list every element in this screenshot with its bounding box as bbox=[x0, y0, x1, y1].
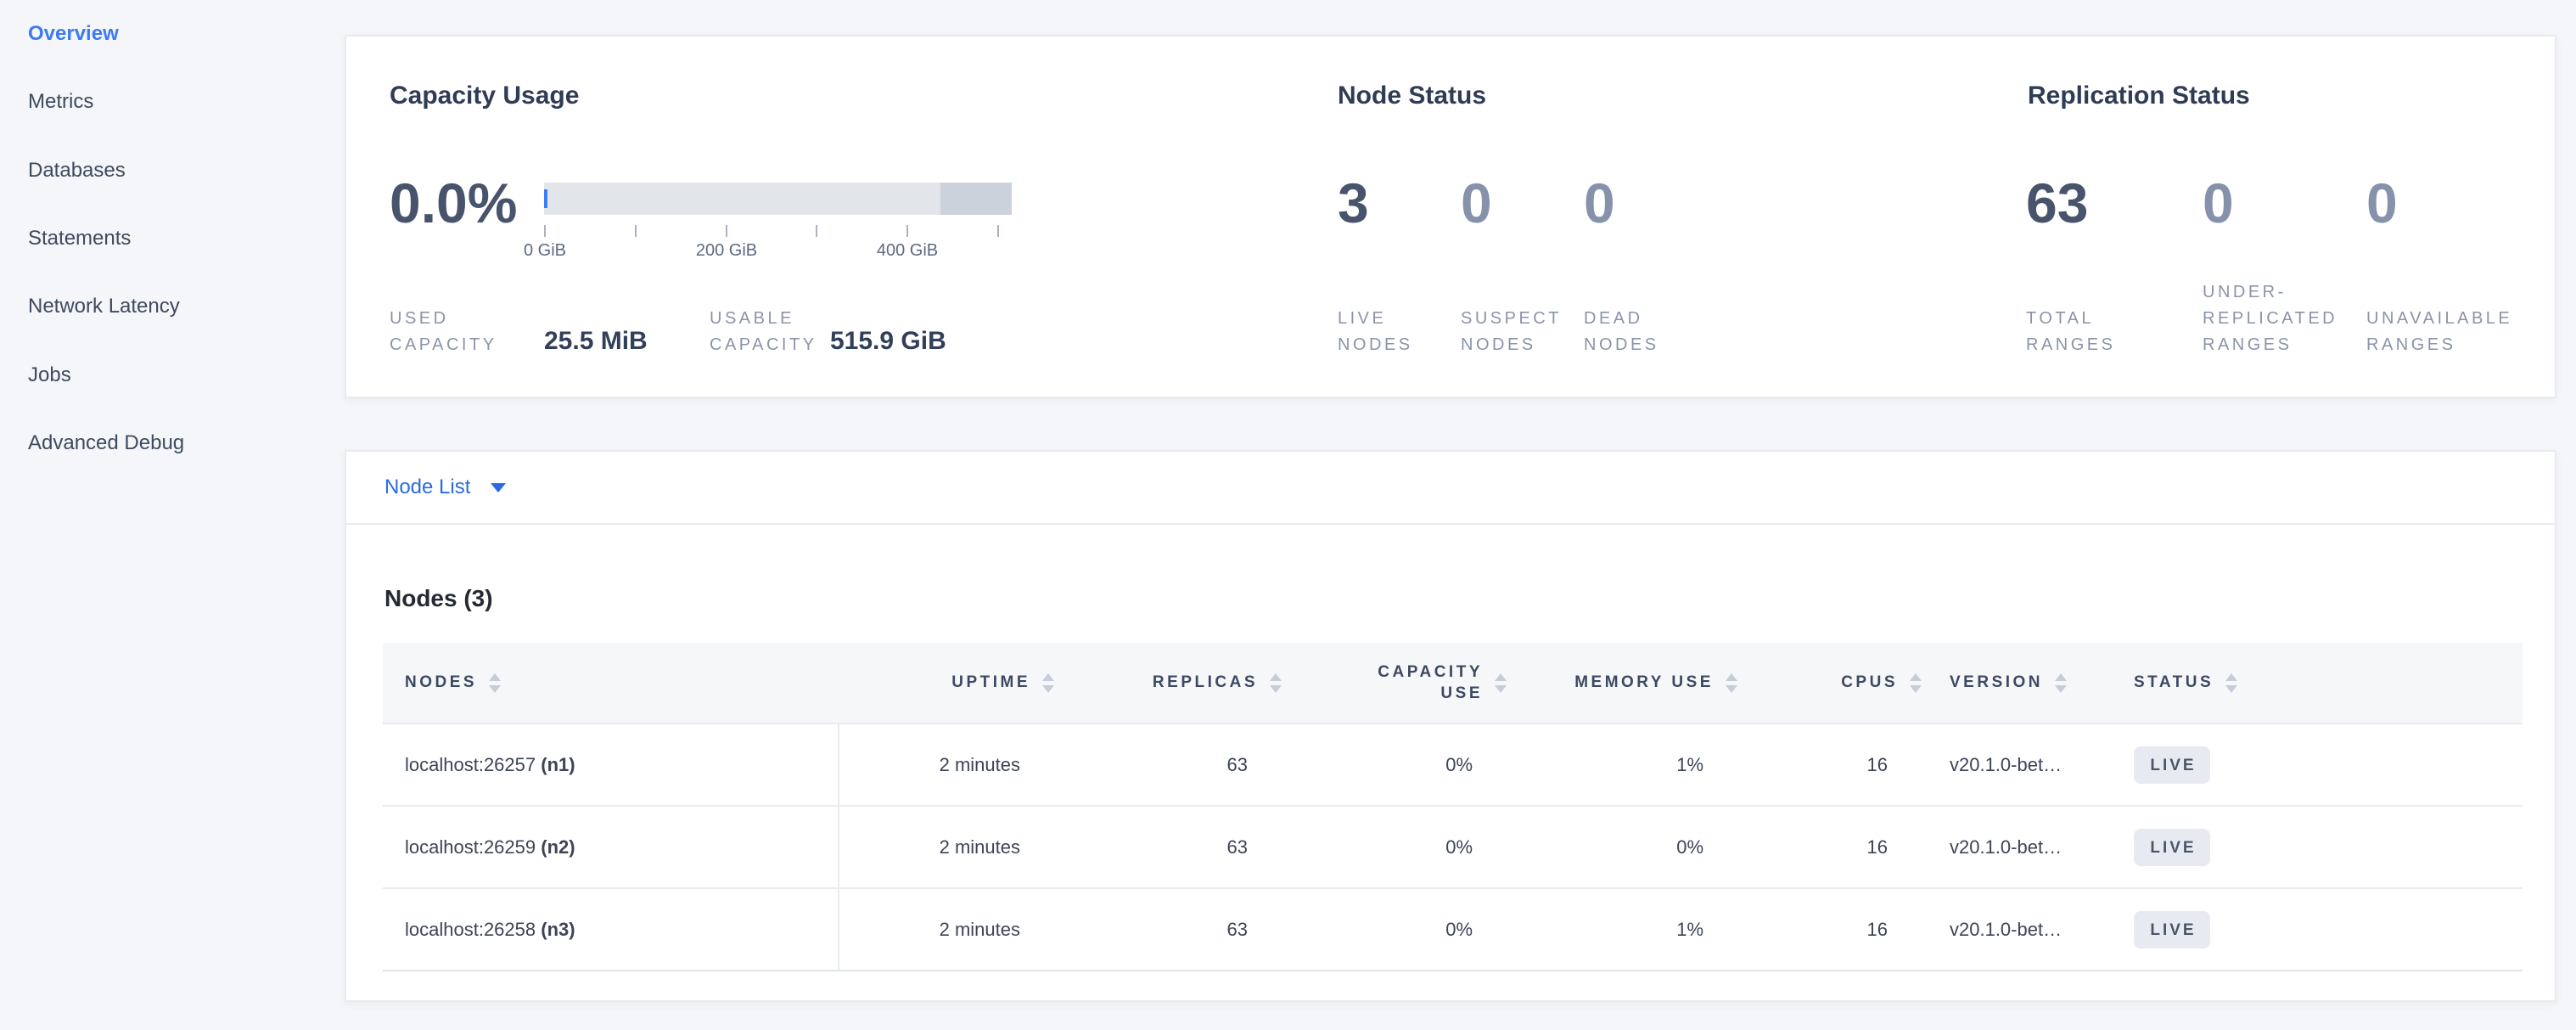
capacity-gauge bbox=[544, 183, 1012, 215]
suspect-nodes-label: SUSPECT NODES bbox=[1461, 306, 1562, 358]
gauge-tick bbox=[726, 225, 727, 237]
sidebar-item-metrics[interactable]: Metrics bbox=[28, 68, 334, 136]
capacity-gauge-reserved-segment bbox=[940, 183, 1012, 215]
sort-icon bbox=[1042, 673, 1054, 693]
live-nodes-label: LIVE NODES bbox=[1338, 306, 1413, 358]
capacity-usage-title: Capacity Usage bbox=[390, 81, 579, 111]
table-row: localhost:26258 (n3) 2 minutes 63 0% 1% … bbox=[383, 888, 2523, 971]
node-list-card: Node List Nodes (3) NODES UPTIME REPLICA… bbox=[345, 450, 2556, 1002]
node-address-cell[interactable]: localhost:26257 (n1) bbox=[383, 723, 839, 806]
usable-capacity-label: USABLE CAPACITY bbox=[710, 306, 817, 358]
gauge-tick bbox=[997, 225, 999, 237]
node-status-title: Node Status bbox=[1338, 81, 1486, 111]
capacity-used-percent: 0.0% bbox=[390, 172, 517, 234]
dead-nodes-count: 0 bbox=[1584, 172, 1615, 234]
sidebar-item-databases[interactable]: Databases bbox=[28, 137, 334, 205]
chevron-down-icon bbox=[491, 483, 506, 492]
sort-icon bbox=[1910, 673, 1922, 693]
column-header-nodes[interactable]: NODES bbox=[383, 643, 839, 723]
replicas-cell: 63 bbox=[1042, 806, 1270, 888]
cpus-cell: 16 bbox=[1726, 723, 1910, 806]
unavailable-ranges-count: 0 bbox=[2366, 172, 2398, 234]
capacity-gauge-used-marker bbox=[544, 189, 547, 208]
used-capacity-label: USED CAPACITY bbox=[390, 306, 497, 358]
under-replicated-ranges-label: UNDER- REPLICATED RANGES bbox=[2203, 279, 2337, 358]
version-cell: v20.1.0-bet… bbox=[1910, 888, 2113, 971]
column-header-cpus[interactable]: CPUS bbox=[1726, 643, 1910, 723]
gauge-tick bbox=[544, 225, 546, 237]
capacity-use-cell: 0% bbox=[1270, 888, 1495, 971]
total-ranges-label: TOTAL RANGES bbox=[2026, 306, 2115, 358]
node-list-panel-header: Node List bbox=[346, 452, 2555, 525]
table-row: localhost:26259 (n2) 2 minutes 63 0% 0% … bbox=[383, 806, 2523, 888]
node-address-cell[interactable]: localhost:26259 (n2) bbox=[383, 806, 839, 888]
column-header-replicas[interactable]: REPLICAS bbox=[1042, 643, 1270, 723]
status-cell: LIVE bbox=[2113, 806, 2523, 888]
gauge-axis-label-0: 0 GiB bbox=[524, 240, 566, 261]
sidebar-item-advanced-debug[interactable]: Advanced Debug bbox=[28, 409, 334, 477]
sidebar-item-overview[interactable]: Overview bbox=[28, 0, 334, 68]
under-replicated-ranges-count: 0 bbox=[2203, 172, 2234, 234]
sidebar-item-statements[interactable]: Statements bbox=[28, 205, 334, 273]
node-address-cell[interactable]: localhost:26258 (n3) bbox=[383, 888, 839, 971]
memory-use-cell: 1% bbox=[1495, 888, 1726, 971]
sort-icon bbox=[1726, 673, 1737, 693]
sort-icon bbox=[1270, 673, 1282, 693]
cluster-summary-card: Capacity Usage 0.0% 0 GiB 200 GiB 400 Gi… bbox=[345, 35, 2556, 398]
column-header-capacity-use[interactable]: CAPACITYUSE bbox=[1270, 643, 1495, 723]
sidebar: Overview Metrics Databases Statements Ne… bbox=[28, 0, 334, 477]
sort-icon bbox=[489, 673, 501, 693]
unavailable-ranges-label: UNAVAILABLE RANGES bbox=[2366, 306, 2512, 358]
sort-icon bbox=[2055, 673, 2067, 693]
uptime-cell: 2 minutes bbox=[839, 723, 1042, 806]
uptime-cell: 2 minutes bbox=[839, 806, 1042, 888]
node-list-dropdown[interactable]: Node List bbox=[384, 476, 506, 499]
total-ranges-count: 63 bbox=[2026, 172, 2088, 234]
column-header-uptime[interactable]: UPTIME bbox=[839, 643, 1042, 723]
column-header-version[interactable]: VERSION bbox=[1910, 643, 2113, 723]
status-badge: LIVE bbox=[2134, 746, 2210, 784]
replication-status-title: Replication Status bbox=[2028, 81, 2250, 111]
memory-use-cell: 1% bbox=[1495, 723, 1726, 806]
status-badge: LIVE bbox=[2134, 829, 2210, 866]
used-capacity-value: 25.5 MiB bbox=[544, 327, 648, 356]
sort-icon bbox=[1495, 673, 1507, 693]
sidebar-item-jobs[interactable]: Jobs bbox=[28, 341, 334, 408]
version-cell: v20.1.0-bet… bbox=[1910, 723, 2113, 806]
nodes-table: NODES UPTIME REPLICAS CAPACITYUSE bbox=[383, 643, 2523, 971]
column-header-memory-use[interactable]: MEMORY USE bbox=[1495, 643, 1726, 723]
status-cell: LIVE bbox=[2113, 888, 2523, 971]
suspect-nodes-count: 0 bbox=[1461, 172, 1492, 234]
gauge-tick bbox=[635, 225, 637, 237]
column-header-status[interactable]: STATUS bbox=[2113, 643, 2523, 723]
gauge-axis-label-200: 200 GiB bbox=[696, 240, 757, 261]
table-row: localhost:26257 (n1) 2 minutes 63 0% 1% … bbox=[383, 723, 2523, 806]
status-badge: LIVE bbox=[2134, 911, 2210, 948]
gauge-tick bbox=[906, 225, 908, 237]
usable-capacity-value: 515.9 GiB bbox=[830, 327, 946, 356]
version-cell: v20.1.0-bet… bbox=[1910, 806, 2113, 888]
cpus-cell: 16 bbox=[1726, 888, 1910, 971]
gauge-tick bbox=[816, 225, 817, 237]
sort-icon bbox=[2225, 673, 2237, 693]
uptime-cell: 2 minutes bbox=[839, 888, 1042, 971]
gauge-axis-label-400: 400 GiB bbox=[877, 240, 938, 261]
cpus-cell: 16 bbox=[1726, 806, 1910, 888]
replicas-cell: 63 bbox=[1042, 888, 1270, 971]
capacity-use-cell: 0% bbox=[1270, 806, 1495, 888]
status-cell: LIVE bbox=[2113, 723, 2523, 806]
live-nodes-count: 3 bbox=[1338, 172, 1369, 234]
memory-use-cell: 0% bbox=[1495, 806, 1726, 888]
capacity-use-cell: 0% bbox=[1270, 723, 1495, 806]
table-header-row: NODES UPTIME REPLICAS CAPACITYUSE bbox=[383, 643, 2523, 723]
dead-nodes-label: DEAD NODES bbox=[1584, 306, 1659, 358]
replicas-cell: 63 bbox=[1042, 723, 1270, 806]
nodes-section-title: Nodes (3) bbox=[384, 584, 493, 613]
node-list-dropdown-label: Node List bbox=[384, 476, 470, 499]
sidebar-item-network-latency[interactable]: Network Latency bbox=[28, 273, 334, 341]
